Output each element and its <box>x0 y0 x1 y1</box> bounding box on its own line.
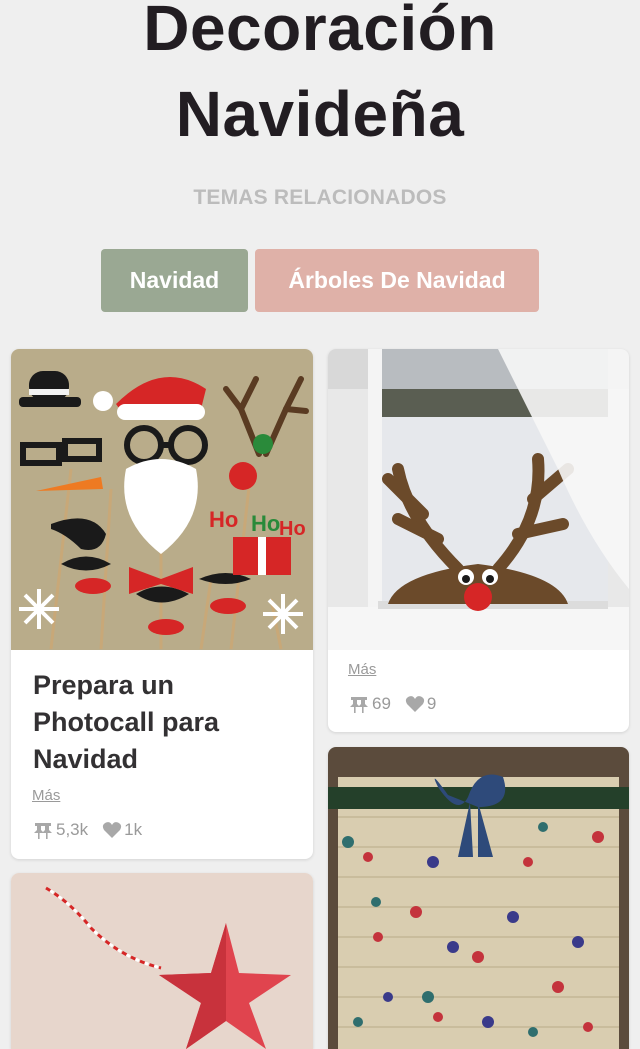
topic-chip-navidad[interactable]: Navidad <box>101 249 248 312</box>
page-title-line2: Navideña <box>175 78 465 150</box>
pin-card-photocall[interactable]: Ho Ho Ho Prepara un Photocall para Navid… <box>11 349 313 859</box>
like-count-value: 9 <box>426 694 437 713</box>
repin-count[interactable]: 5,3k <box>32 820 88 840</box>
pin-card-ornament-window[interactable] <box>328 747 629 1049</box>
pin-card-reindeer-window[interactable]: Más 69 9 <box>328 349 629 732</box>
more-link[interactable]: Más <box>32 787 60 804</box>
pin-title-line: Photocall para <box>33 707 220 737</box>
pin-image-photocall-props[interactable]: Ho Ho Ho <box>11 349 313 650</box>
topic-chip-arboles-de-navidad[interactable]: Árboles De Navidad <box>255 249 539 312</box>
pin-stats: 5,3k 1k <box>32 820 142 840</box>
pin-title-line: Navidad <box>33 744 139 774</box>
repin-count-value: 69 <box>372 694 391 713</box>
svg-text:Ho: Ho <box>279 518 306 540</box>
pin-image-reindeer-window[interactable] <box>328 349 629 650</box>
pin-image-red-paper-star[interactable] <box>11 873 313 1049</box>
svg-text:Ho: Ho <box>251 511 280 536</box>
page-title-line1: Decoración <box>143 0 497 64</box>
related-topics-heading: TEMAS RELACIONADOS <box>193 186 447 209</box>
like-count-value: 1k <box>124 820 143 839</box>
svg-text:Ho: Ho <box>209 507 238 532</box>
heart-icon <box>102 821 122 839</box>
pin-card-paper-star[interactable] <box>11 873 313 1049</box>
pushpin-icon <box>348 695 370 713</box>
more-link[interactable]: Más <box>348 661 376 678</box>
pin-title[interactable]: Prepara un Photocall para Navidad <box>33 667 293 778</box>
pin-image-hanging-ornaments[interactable] <box>328 747 629 1049</box>
pin-title-line: Prepara un <box>33 670 175 700</box>
repin-count[interactable]: 69 <box>348 694 391 714</box>
pin-stats: 69 9 <box>348 694 436 714</box>
pushpin-icon <box>32 821 54 839</box>
like-count[interactable]: 1k <box>102 820 142 840</box>
like-count[interactable]: 9 <box>405 694 436 714</box>
repin-count-value: 5,3k <box>56 820 89 839</box>
heart-icon <box>405 695 425 713</box>
